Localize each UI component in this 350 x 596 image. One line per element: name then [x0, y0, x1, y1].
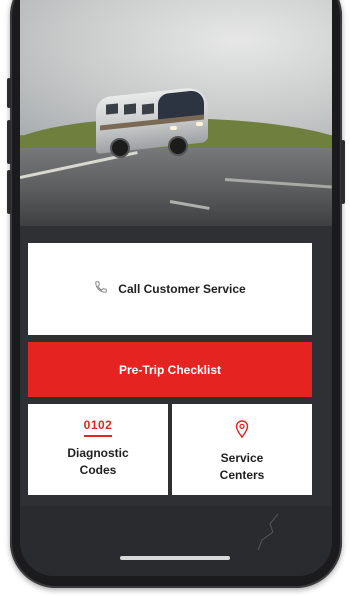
rv-side-window: [124, 103, 136, 115]
diagnostic-code-icon: 0102: [83, 418, 113, 437]
rv-side-window: [142, 103, 154, 115]
app-screen: Call Customer Service Pre-Trip Checklist…: [20, 0, 332, 576]
phone-side-button: [7, 170, 11, 214]
pre-trip-checklist-button[interactable]: Pre-Trip Checklist: [28, 342, 312, 397]
screen-crack: [257, 513, 279, 551]
service-centers-label: Service Centers: [220, 450, 265, 484]
stage: Call Customer Service Pre-Trip Checklist…: [0, 0, 350, 596]
pre-trip-checklist-label: Pre-Trip Checklist: [118, 362, 222, 377]
diagnostic-codes-label-line2: Codes: [79, 463, 117, 477]
bottom-bar: [20, 506, 332, 576]
diagnostic-codes-button[interactable]: 0102 Diagnostic Codes: [28, 404, 168, 495]
phone-icon: [94, 280, 108, 299]
hero-rv-image: [20, 0, 332, 226]
rv-wheel: [110, 138, 130, 158]
hero-road: [20, 148, 332, 226]
rv-headlight: [170, 126, 177, 130]
service-centers-label-line2: Centers: [219, 468, 265, 482]
service-centers-button[interactable]: Service Centers: [172, 404, 312, 495]
phone-side-button: [7, 120, 11, 164]
phone-frame: Call Customer Service Pre-Trip Checklist…: [7, 0, 345, 588]
diagnostic-codes-label: Diagnostic Codes: [67, 445, 128, 479]
map-pin-icon: [235, 404, 249, 443]
home-indicator[interactable]: [120, 556, 230, 560]
rv-headlight: [196, 122, 203, 126]
phone-side-button: [7, 78, 11, 108]
rv-wheel: [168, 136, 188, 156]
call-customer-service-button[interactable]: Call Customer Service: [28, 243, 312, 335]
service-centers-label-line1: Service: [220, 451, 264, 465]
call-customer-service-label: Call Customer Service: [118, 282, 246, 296]
rv-side-window: [106, 103, 118, 115]
rv-vehicle: [96, 86, 208, 158]
diagnostic-codes-label-line1: Diagnostic: [67, 446, 129, 460]
phone-side-button: [341, 140, 345, 204]
